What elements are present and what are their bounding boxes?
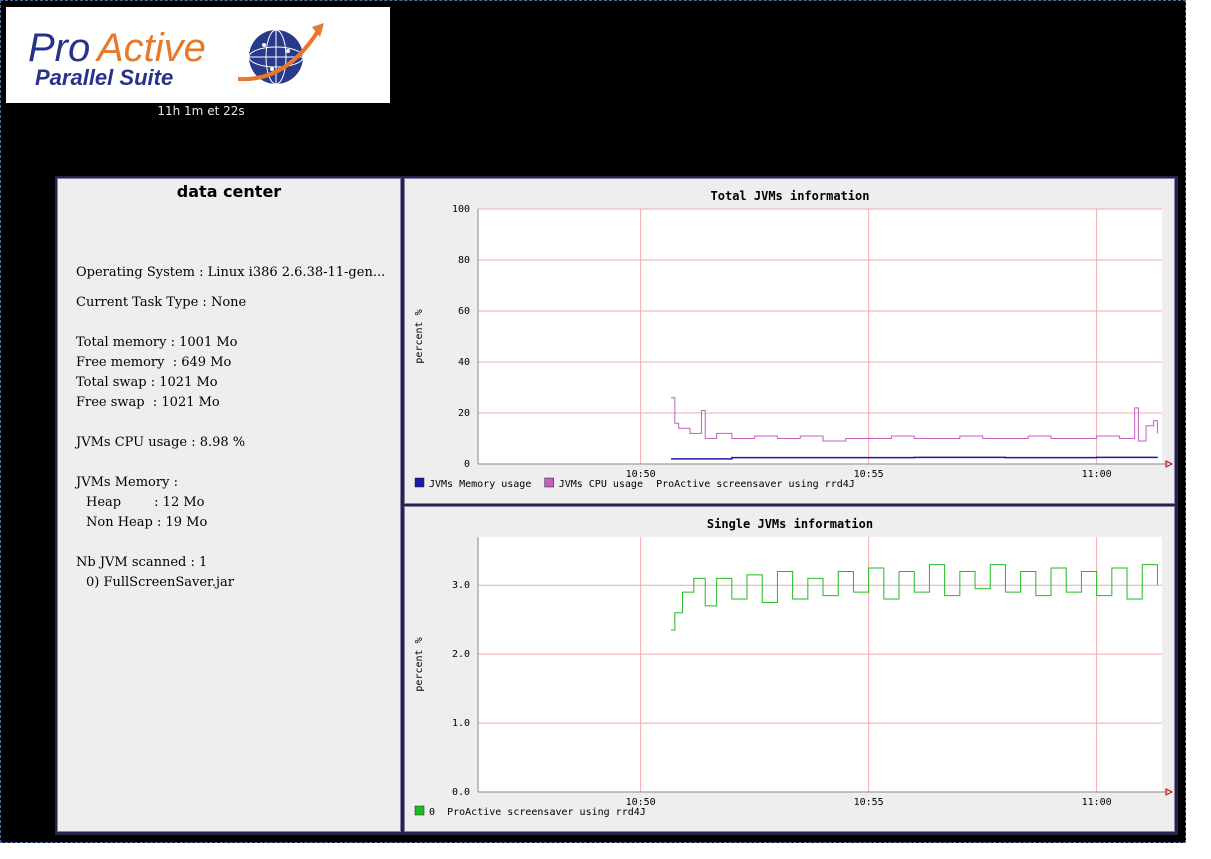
- total-jvms-chart: Total JVMs information02040608010010:50 1…: [414, 189, 1174, 490]
- chart-title: Total JVMs information: [711, 189, 870, 203]
- single-jvms-chart: Single JVMs information0.01.02.03.010:50…: [414, 517, 1174, 818]
- cpu-usage-line: JVMs CPU usage : 8.98 %: [76, 435, 246, 450]
- y-tick-label: 80: [458, 255, 470, 266]
- y-tick-label: 0.0: [452, 787, 470, 798]
- total-memory-line: Total memory : 1001 Mo: [76, 335, 238, 350]
- jvm-memory-line: JVMs Memory :: [76, 475, 178, 490]
- x-tick-label: 11:00: [1082, 797, 1112, 808]
- chart-footer: ProActive screensaver using rrd4J: [447, 807, 646, 818]
- free-memory-line: Free memory : 649 Mo: [76, 355, 232, 370]
- x-tick-label: 11:00: [1082, 469, 1112, 480]
- legend-swatch: [544, 477, 554, 488]
- proactive-logo: Pro Active Parallel Suite: [6, 7, 390, 103]
- nb-jvm-line: Nb JVM scanned : 1: [76, 555, 208, 570]
- legend-swatch: [414, 477, 425, 488]
- info-panel: data center Operating System : Linux i38…: [57, 178, 401, 832]
- x-tick-label: 10:55: [854, 469, 884, 480]
- logo-word-pro: Pro: [28, 26, 90, 70]
- legend-swatch: [414, 805, 425, 816]
- logo-word-active: Active: [95, 26, 206, 70]
- uptime-timer: 11h 1m et 22s: [157, 104, 245, 118]
- plot-area: [478, 209, 1162, 464]
- info-title: data center: [176, 182, 282, 201]
- total-swap-line: Total swap : 1021 Mo: [76, 375, 218, 390]
- chart-footer: ProActive screensaver using rrd4J: [656, 479, 855, 490]
- y-tick-label: 60: [458, 306, 470, 317]
- y-tick-label: 1.0: [452, 718, 470, 729]
- logo-word-suite: Parallel Suite: [35, 65, 173, 90]
- y-axis-label: percent %: [414, 637, 425, 691]
- non-heap-line: Non Heap : 19 Mo: [86, 515, 208, 530]
- task-type-line: Current Task Type : None: [76, 295, 247, 310]
- legend-label: JVMs Memory usage: [429, 479, 531, 490]
- single-jvms-chart-panel: Single JVMs information 0.0 1.0 2.0 3.0 10:50…: [404, 506, 1175, 832]
- y-tick-label: 20: [458, 408, 470, 419]
- y-tick-label: 3.0: [452, 580, 470, 591]
- os-line: Operating System : Linux i386 2.6.38-11-…: [76, 265, 386, 280]
- plot-area: [478, 537, 1162, 792]
- x-tick-label: 10:55: [854, 797, 884, 808]
- y-tick-label: 0: [464, 459, 470, 470]
- free-swap-line: Free swap : 1021 Mo: [76, 395, 220, 410]
- legend-label: JVMs CPU usage: [559, 479, 643, 490]
- heap-line: Heap : 12 Mo: [86, 495, 205, 510]
- total-jvms-chart-panel: Total JVMs information 0 20 40 60 80 100 10:50 1…: [404, 178, 1175, 504]
- legend-label: 0: [429, 807, 435, 818]
- y-tick-label: 2.0: [452, 649, 470, 660]
- jvm-item: 0) FullScreenSaver.jar: [86, 575, 234, 590]
- chart-title: Single JVMs information: [707, 517, 873, 531]
- y-tick-label: 100: [452, 204, 470, 215]
- y-tick-label: 40: [458, 357, 470, 368]
- y-axis-label: percent %: [414, 309, 425, 363]
